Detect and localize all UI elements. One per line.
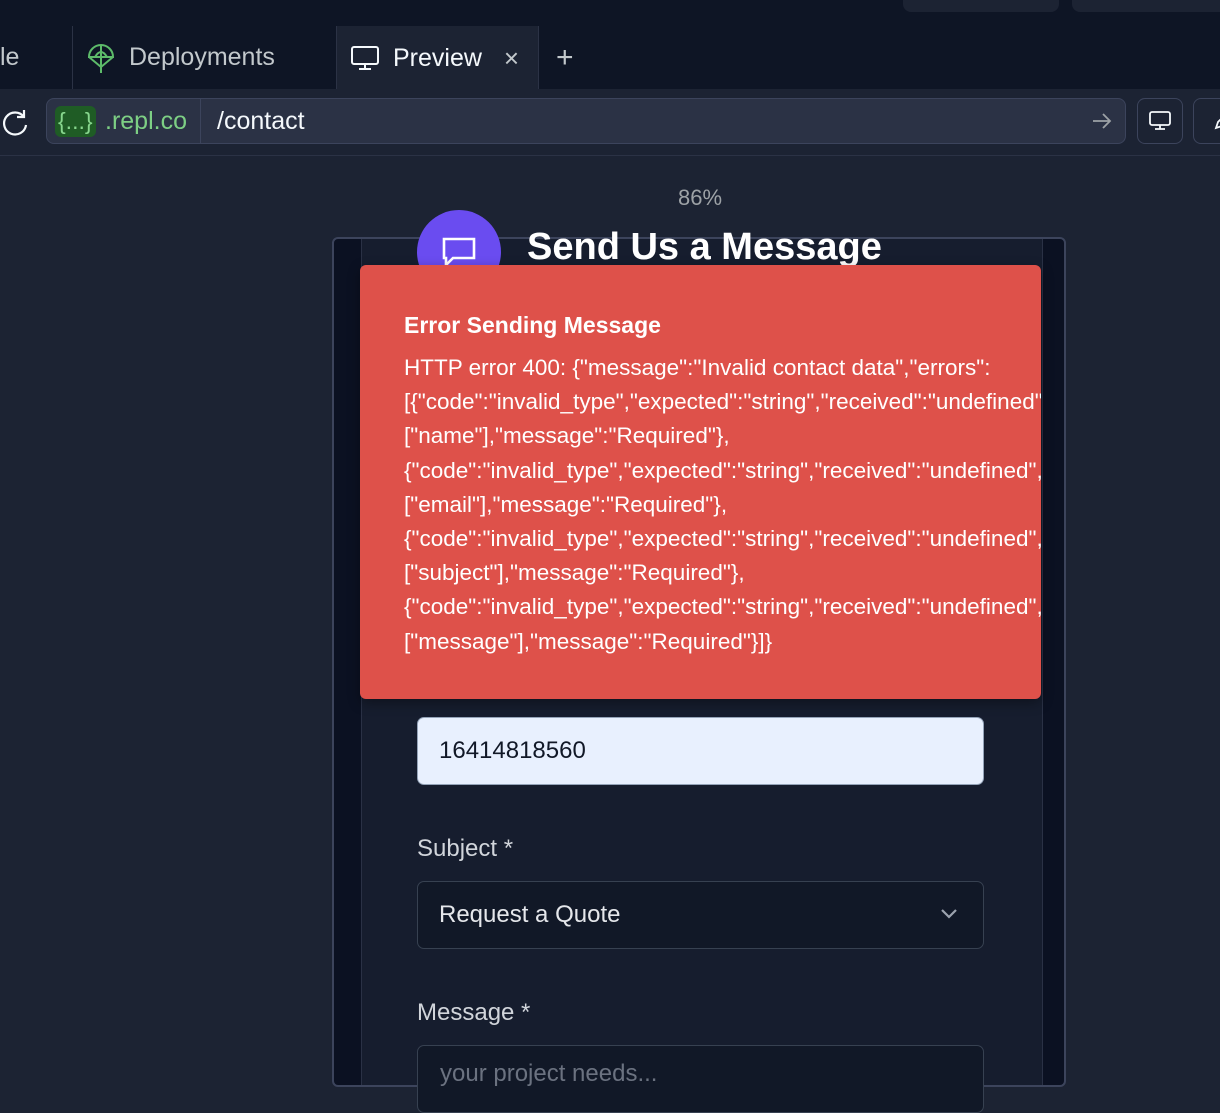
subject-label: Subject * [417,835,514,862]
domain-text: .repl.co [105,107,187,135]
url-path[interactable]: /contact [217,106,305,137]
deployments-icon [86,43,116,73]
toast-line: ["message"],"message":"Required"}]} [404,628,773,654]
toast-line: {"code":"invalid_type","expected":"strin… [404,457,1041,483]
new-tab-button[interactable]: + [556,26,586,89]
tab-deployments[interactable]: Deployments [73,26,337,89]
device-preview-button[interactable] [1137,98,1183,144]
zoom-level: 86% [677,185,723,210]
url-divider [200,99,201,143]
message-textarea[interactable]: your project needs... [417,1045,984,1113]
monitor-small-icon [1148,110,1172,132]
go-arrow-icon[interactable] [1091,111,1113,136]
toast-line: {"code":"invalid_type","expected":"strin… [404,594,1041,620]
reload-icon[interactable] [0,109,30,142]
top-strip-button-1[interactable] [903,0,1059,12]
toast-line: ["subject"],"message":"Required"}, [404,560,745,586]
message-placeholder: your project needs... [440,1060,658,1087]
url-bar[interactable]: {...} .repl.co /contact [46,98,1126,144]
toast-description: HTTP error 400: {"message":"Invalid cont… [404,351,1041,659]
edit-button[interactable] [1193,98,1220,144]
tab-deployments-label: Deployments [129,43,275,71]
tab-partial[interactable]: le [0,26,73,89]
tab-partial-label: le [0,43,20,71]
tab-preview-label: Preview [393,43,482,72]
toast-line: HTTP error 400: {"message":"Invalid cont… [404,355,991,380]
chevron-down-icon [941,909,957,919]
domain-chip: {...} [55,106,96,137]
address-toolbar: {...} .repl.co /contact [0,89,1220,156]
tab-bar: le Deployments Preview × + [0,26,1220,90]
pencil-icon [1213,111,1220,131]
toast-title: Error Sending Message [404,312,661,338]
error-toast[interactable]: Error Sending Message HTTP error 400: {"… [360,265,1041,699]
subject-select[interactable]: Request a Quote [417,881,984,949]
top-window-strip [0,0,1220,26]
message-label: Message * [417,999,531,1026]
toast-line: ["email"],"message":"Required"}, [404,491,728,517]
top-strip-button-2[interactable] [1072,0,1220,12]
phone-input[interactable]: 16414818560 [417,717,984,785]
form-title: Send Us a Message [527,226,882,268]
toast-line: {"code":"invalid_type","expected":"strin… [404,526,1041,552]
toast-line: [{"code":"invalid_type","expected":"stri… [404,389,1041,415]
tab-preview[interactable]: Preview × [337,26,539,90]
close-icon[interactable]: × [504,43,519,74]
toast-line: ["name"],"message":"Required"}, [404,423,730,449]
monitor-icon [350,44,380,72]
subject-select-value: Request a Quote [439,901,621,928]
